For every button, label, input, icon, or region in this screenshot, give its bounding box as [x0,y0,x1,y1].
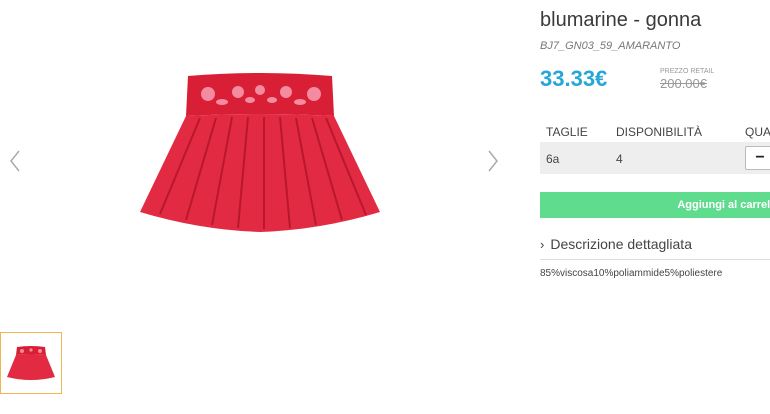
product-info: blumarine - gonna BJ7_GN03_59_AMARANTO 3… [540,0,770,414]
availability-value: 4 [616,152,623,166]
sizes-table: TAGLIE DISPONIBILITÀ QUA 6a 4 − [540,120,770,174]
product-title: blumarine - gonna [540,9,702,31]
product-gallery [0,0,525,394]
retail-price-label: PREZZO RETAIL [660,68,715,75]
description-text: 85%viscosa10%poliammide5%poliestere [540,268,723,279]
product-price: 33.33€ [540,66,608,91]
header-availability: DISPONIBILITÀ [616,125,703,139]
description-toggle-label: Descrizione dettagliata [550,236,692,252]
description-toggle[interactable]: › Descrizione dettagliata [540,236,770,260]
chevron-left-icon[interactable] [5,148,25,174]
product-sku: BJ7_GN03_59_AMARANTO [540,40,681,52]
retail-price: 200.00€ [660,76,707,91]
table-row: 6a 4 − [540,142,770,174]
red-skirt-image [130,62,390,242]
chevron-right-icon[interactable] [483,148,503,174]
chevron-right-icon: › [540,237,545,252]
quantity-decrease-button[interactable]: − [745,146,770,170]
sizes-table-header: TAGLIE DISPONIBILITÀ QUA [540,120,770,142]
size-value: 6a [546,152,560,166]
header-quantity: QUA [745,125,770,139]
add-to-cart-button[interactable]: Aggiungi al carrello [540,192,770,218]
header-sizes: TAGLIE [546,125,588,139]
red-skirt-thumbnail[interactable] [0,332,62,394]
